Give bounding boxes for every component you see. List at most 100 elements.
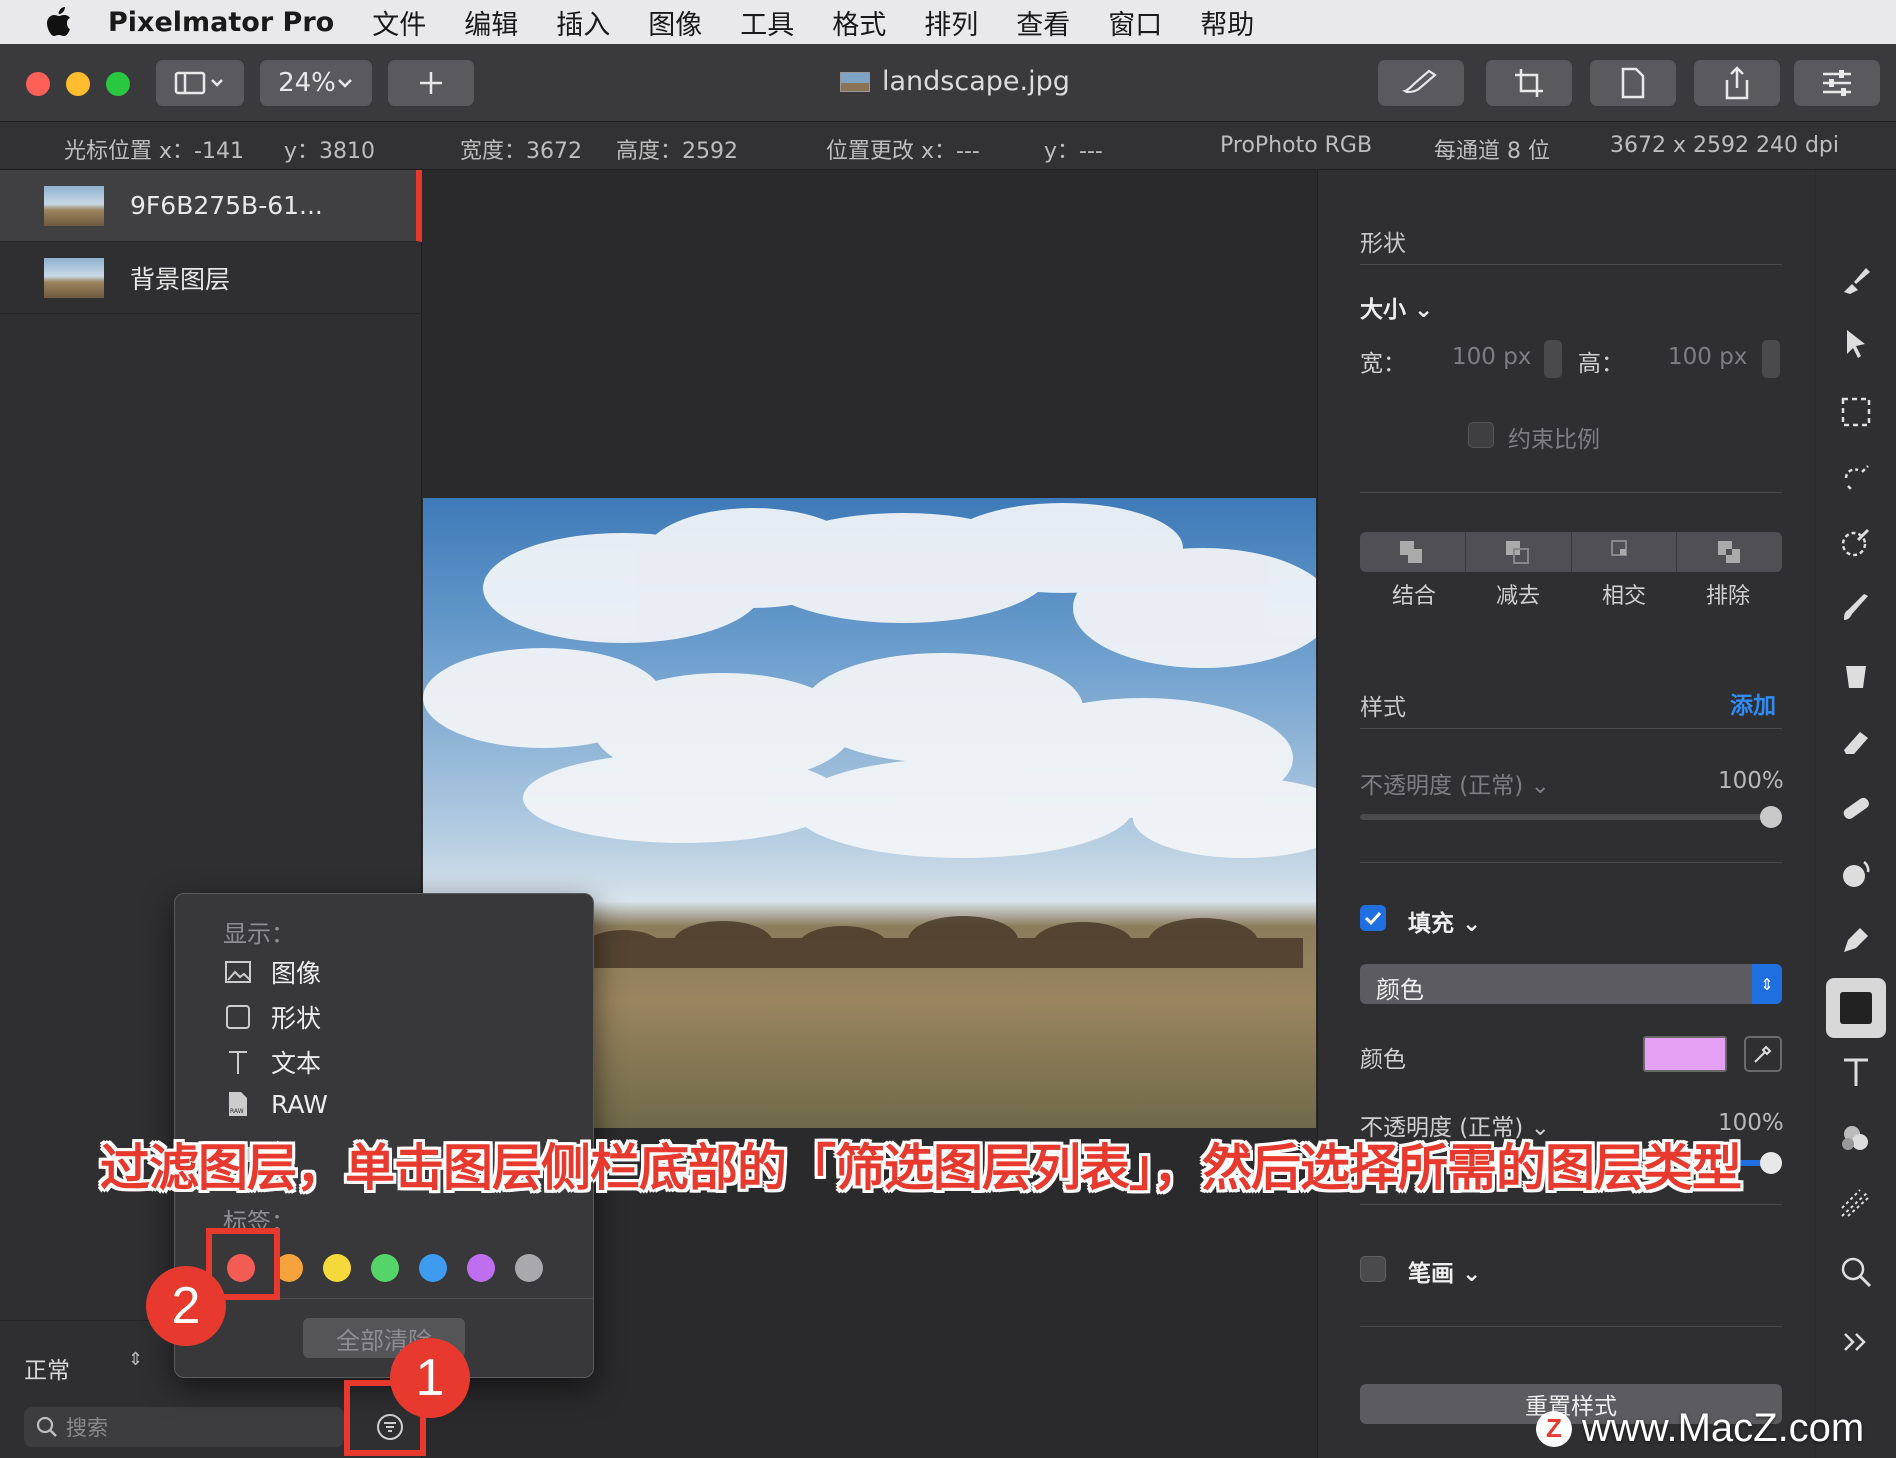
layer-thumbnail [44, 257, 104, 298]
updown-chevron-icon[interactable]: ⇕ [128, 1349, 143, 1370]
divider [1360, 492, 1782, 493]
color-picker-icon [1841, 528, 1870, 557]
style-section-title: 样式 [1360, 695, 1406, 721]
height-field[interactable]: 100 px [1668, 344, 1747, 370]
eyedropper-icon [1754, 1045, 1772, 1063]
filter-shape-option[interactable]: 形状 [223, 999, 321, 1035]
add-style-button[interactable]: 添加 [1730, 686, 1776, 720]
app-menu[interactable]: Pixelmator Pro [108, 7, 334, 38]
show-label: 显示： [223, 920, 295, 948]
text-icon [1844, 1058, 1868, 1086]
double-chevron-right-icon [1844, 1333, 1866, 1351]
paint-tool[interactable] [1834, 586, 1878, 630]
fill-color-well[interactable] [1643, 1036, 1727, 1072]
zoom-tool[interactable] [1834, 1250, 1878, 1294]
step-badge-1: 1 [390, 1338, 470, 1418]
window-toolbar: 24% landscape.jpg [0, 44, 1896, 122]
fill-type-select[interactable]: 颜色 ⇕ [1360, 964, 1782, 1004]
minimize-window-button[interactable] [66, 72, 90, 96]
menu-arrange[interactable]: 排列 [924, 3, 978, 42]
cursor-y: y：3810 [284, 139, 376, 164]
stroke-checkbox[interactable] [1360, 1256, 1386, 1282]
retouch-tool[interactable] [1834, 786, 1878, 830]
fill-tool[interactable] [1834, 654, 1878, 698]
combine-button[interactable] [1360, 532, 1466, 572]
format-brush-button[interactable] [1378, 60, 1464, 106]
constrain-checkbox[interactable] [1468, 422, 1494, 448]
document-button[interactable] [1590, 60, 1676, 106]
menu-window[interactable]: 窗口 [1108, 3, 1162, 42]
menu-image[interactable]: 图像 [648, 3, 702, 42]
distort-icon [1843, 860, 1870, 887]
layer-search-input[interactable]: 搜索 [24, 1407, 344, 1447]
layer-row[interactable]: 9F6B275B-61... [0, 170, 422, 242]
opacity-slider[interactable] [1360, 806, 1782, 828]
shapes-tool[interactable] [1826, 978, 1886, 1038]
menu-insert[interactable]: 插入 [556, 3, 610, 42]
fill-checkbox[interactable] [1360, 905, 1386, 931]
width-stepper[interactable] [1544, 340, 1562, 378]
filter-image-option[interactable]: 图像 [223, 954, 321, 990]
close-window-button[interactable] [26, 72, 50, 96]
color-select-tool[interactable] [1834, 520, 1878, 564]
pen-tool[interactable] [1834, 918, 1878, 962]
eyedropper-button[interactable] [1744, 1036, 1782, 1072]
image-icon [223, 957, 253, 987]
menu-tools[interactable]: 工具 [740, 3, 794, 42]
effects-icon [1841, 1189, 1869, 1217]
slider-knob[interactable] [1760, 1152, 1782, 1174]
quick-select-tool[interactable] [1834, 456, 1878, 500]
layer-name: 9F6B275B-61... [130, 191, 323, 220]
style-tool[interactable] [1834, 258, 1878, 302]
slider-knob[interactable] [1760, 806, 1782, 828]
zoom-window-button[interactable] [106, 72, 130, 96]
menu-file[interactable]: 文件 [372, 3, 426, 42]
height-stepper[interactable] [1762, 340, 1780, 378]
sidebar-toggle-button[interactable] [156, 60, 244, 106]
crop-button[interactable] [1486, 60, 1572, 106]
menu-help[interactable]: 帮助 [1200, 3, 1254, 42]
intersect-button[interactable] [1572, 532, 1678, 572]
distort-tool[interactable] [1834, 852, 1878, 896]
bandage-icon [1843, 797, 1869, 819]
filter-text-option[interactable]: 文本 [223, 1044, 321, 1080]
color-adjust-tool[interactable] [1834, 1116, 1878, 1160]
size-disclosure[interactable]: 大小 ⌄ [1360, 290, 1433, 324]
sliders-icon [1823, 70, 1851, 96]
tag-yellow[interactable] [323, 1254, 351, 1282]
tag-blue[interactable] [419, 1254, 447, 1282]
type-tool[interactable] [1834, 1050, 1878, 1094]
opacity-label[interactable]: 不透明度 (正常) ⌄ [1360, 766, 1550, 800]
menu-view[interactable]: 查看 [1016, 3, 1070, 42]
divider [1360, 1326, 1782, 1327]
adjustments-button[interactable] [1794, 60, 1880, 106]
tag-green[interactable] [371, 1254, 399, 1282]
rect-select-tool[interactable] [1834, 390, 1878, 434]
document-title: landscape.jpg [840, 66, 1070, 97]
effects-tool[interactable] [1834, 1182, 1878, 1226]
marquee-icon [1841, 397, 1871, 427]
add-button[interactable] [388, 60, 474, 106]
menu-edit[interactable]: 编辑 [464, 3, 518, 42]
zoom-dropdown[interactable]: 24% [260, 60, 372, 106]
arrange-tool[interactable] [1834, 322, 1878, 366]
menu-format[interactable]: 格式 [832, 3, 886, 42]
bit-depth: 每通道 8 位 [1434, 139, 1550, 164]
stroke-disclosure[interactable]: 笔画 ⌄ [1408, 1254, 1481, 1288]
subtract-button[interactable] [1466, 532, 1572, 572]
position-change-y: y：--- [1044, 139, 1103, 164]
magic-select-icon [1844, 465, 1869, 491]
tag-gray[interactable] [515, 1254, 543, 1282]
tag-purple[interactable] [467, 1254, 495, 1282]
fill-disclosure[interactable]: 填充 ⌄ [1408, 904, 1481, 938]
width-field[interactable]: 100 px [1452, 344, 1531, 370]
filter-raw-option[interactable]: RAW RAW [223, 1089, 328, 1119]
layer-row[interactable]: 背景图层 [0, 242, 422, 314]
checkmark-icon [1364, 911, 1382, 926]
erase-tool[interactable] [1834, 720, 1878, 764]
blend-mode-select[interactable]: 正常 [24, 1351, 70, 1385]
exclude-button[interactable] [1677, 532, 1782, 572]
share-button[interactable] [1694, 60, 1780, 106]
more-tools-button[interactable] [1834, 1320, 1878, 1364]
apple-logo-icon[interactable] [40, 3, 78, 41]
